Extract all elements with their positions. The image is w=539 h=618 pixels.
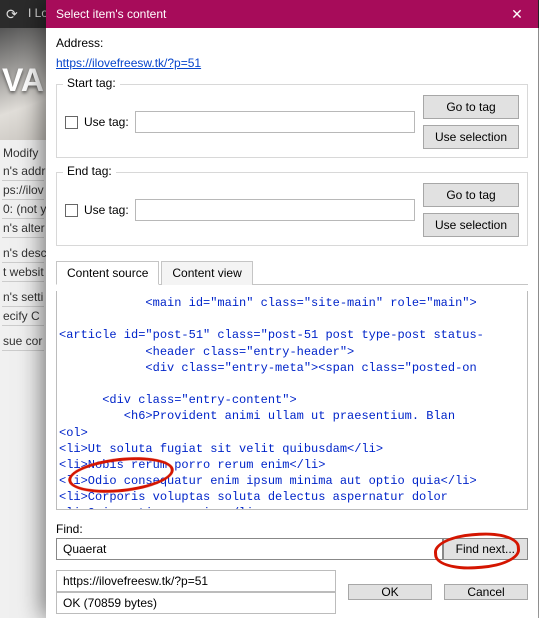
address-label: Address: [56, 36, 528, 50]
background-modify-label: Modify [2, 144, 44, 162]
reload-icon: ⟳ [6, 6, 18, 23]
background-tab-title: I Lo [28, 6, 48, 20]
dialog-title: Select item's content [56, 7, 496, 21]
end-tag-legend: End tag: [63, 164, 116, 178]
select-item-content-dialog: Select item's content ✕ Address: https:/… [46, 0, 538, 618]
start-tag-input[interactable] [135, 111, 415, 133]
background-logo-fragment: VA [0, 30, 46, 130]
content-source-scroll[interactable]: <main id="main" class="site-main" role="… [57, 291, 527, 509]
status-url: https://ilovefreesw.tk/?p=51 [56, 570, 336, 592]
background-row: 0: (not y [2, 200, 44, 219]
tab-content-source[interactable]: Content source [56, 261, 159, 285]
end-go-to-tag-button[interactable]: Go to tag [423, 183, 519, 207]
content-source-panel: <main id="main" class="site-main" role="… [56, 291, 528, 510]
background-row: t websit [2, 263, 44, 282]
address-link[interactable]: https://ilovefreesw.tk/?p=51 [56, 56, 528, 70]
content-source-code[interactable]: <main id="main" class="site-main" role="… [59, 295, 525, 509]
background-row: n's setti [2, 288, 44, 307]
start-tag-group: Start tag: Use tag: Go to tag Use select… [56, 84, 528, 158]
ok-button[interactable]: OK [348, 584, 432, 600]
find-label: Find: [56, 522, 528, 536]
background-row: sue cor [2, 332, 44, 351]
start-use-tag-checkbox[interactable] [65, 116, 78, 129]
cancel-button[interactable]: Cancel [444, 584, 528, 600]
find-input[interactable] [56, 538, 443, 560]
start-tag-legend: Start tag: [63, 76, 120, 90]
start-go-to-tag-button[interactable]: Go to tag [423, 95, 519, 119]
end-use-tag-checkbox[interactable] [65, 204, 78, 217]
content-tabs: Content source Content view [56, 260, 528, 285]
status-bytes: OK (70859 bytes) [56, 592, 336, 614]
background-row: n's desc [2, 244, 44, 263]
background-row: n's addr [2, 162, 44, 181]
find-next-button[interactable]: Find next... [443, 538, 528, 560]
background-row: n's alter [2, 219, 44, 238]
end-use-selection-button[interactable]: Use selection [423, 213, 519, 237]
start-use-tag-label: Use tag: [84, 115, 129, 129]
close-icon: ✕ [511, 6, 523, 23]
background-row: ecify C [2, 307, 44, 326]
background-row: ps://ilov [2, 181, 44, 200]
end-use-tag-label: Use tag: [84, 203, 129, 217]
background-sidebar-panel: Modify n's addr ps://ilov 0: (not y n's … [0, 140, 46, 618]
tab-content-view[interactable]: Content view [161, 261, 252, 285]
close-button[interactable]: ✕ [496, 0, 538, 28]
start-use-selection-button[interactable]: Use selection [423, 125, 519, 149]
end-tag-input[interactable] [135, 199, 415, 221]
end-tag-group: End tag: Use tag: Go to tag Use selectio… [56, 172, 528, 246]
dialog-title-bar[interactable]: Select item's content ✕ [46, 0, 538, 28]
